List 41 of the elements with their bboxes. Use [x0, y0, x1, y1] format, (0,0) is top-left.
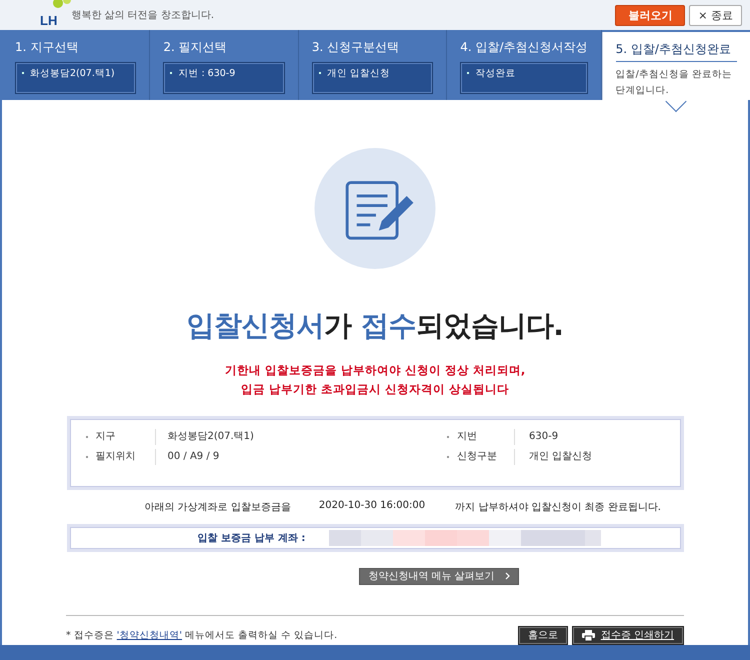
load-button[interactable]: 불러오기 [615, 4, 686, 26]
chevron-right-icon [504, 572, 510, 580]
step-title: 4. 입찰/추첨신청서작성 [460, 39, 588, 56]
step-summary: 개인 입찰신청 [312, 62, 434, 94]
info-label: 지번 [445, 428, 515, 445]
info-value: 00 / A9 / 9 [168, 450, 220, 464]
step-title: 5. 입찰/추첨신청완료 [616, 41, 737, 62]
logo-text: LH [40, 12, 58, 28]
step-tab[interactable]: 2. 필지선택 지번 : 630-9 [150, 30, 299, 100]
account-label: 입찰 보증금 납부 계좌 : [198, 532, 306, 545]
step-tab[interactable]: 3. 신청구분선택 개인 입찰신청 [298, 30, 448, 100]
step-summary: 작성완료 [460, 62, 588, 94]
info-value: 630-9 [529, 430, 558, 444]
printer-icon [582, 630, 595, 641]
print-receipt-button[interactable]: 접수증 인쇄하기 [572, 626, 684, 645]
step-tab[interactable]: 4. 입찰/추첨신청서작성 작성완료 [447, 30, 602, 100]
info-label: 필지위치 [84, 448, 156, 465]
tagline: 행복한 삶의 터전을 창조합니다. [71, 9, 214, 22]
info-label: 지구 [84, 428, 156, 445]
step-description: 입찰/추첨신청을 완료하는 단계입니다. [616, 68, 733, 98]
deadline-date: 2020-10-30 16:00:00 [318, 500, 426, 513]
view-history-button[interactable]: 청약신청내역 메뉴 살펴보기 [359, 568, 519, 585]
info-value: 화성봉담2(07.택1) [168, 430, 254, 444]
deposit-instruction: 까지 납부하셔야 입찰신청이 최종 완료됩니다. [455, 500, 661, 514]
step-title: 3. 신청구분선택 [312, 39, 400, 56]
step-title: 1. 지구선택 [15, 39, 80, 56]
step-title: 2. 필지선택 [163, 39, 228, 56]
confirmation-heading: 입찰신청서가 접수되었습니다. [186, 308, 564, 344]
info-label: 신청구분 [445, 448, 515, 465]
deposit-instruction: 아래의 가상계좌로 입찰보증금을 [144, 500, 291, 514]
document-pen-icon [312, 148, 438, 269]
close-button[interactable]: × 종료 [689, 4, 742, 26]
step-summary: 지번 : 630-9 [163, 62, 285, 94]
step-summary: 화성봉담2(07.택1) [15, 62, 136, 94]
info-value: 개인 입찰신청 [529, 450, 592, 464]
history-link[interactable]: '청약신청내역' [116, 630, 182, 641]
home-button[interactable]: 홈으로 [518, 626, 568, 645]
warning-text: 기한내 입찰보증금을 납부하여야 신청이 정상 처리되며, [224, 362, 526, 379]
print-note: * 접수증은 '청약신청내역' 메뉴에서도 출력하실 수 있습니다. [66, 628, 338, 642]
step-tab[interactable]: 1. 지구선택 화성봉담2(07.택1) [2, 30, 150, 100]
warning-text: 입금 납부기한 초과입금시 신청자격이 상실됩니다 [240, 380, 510, 398]
